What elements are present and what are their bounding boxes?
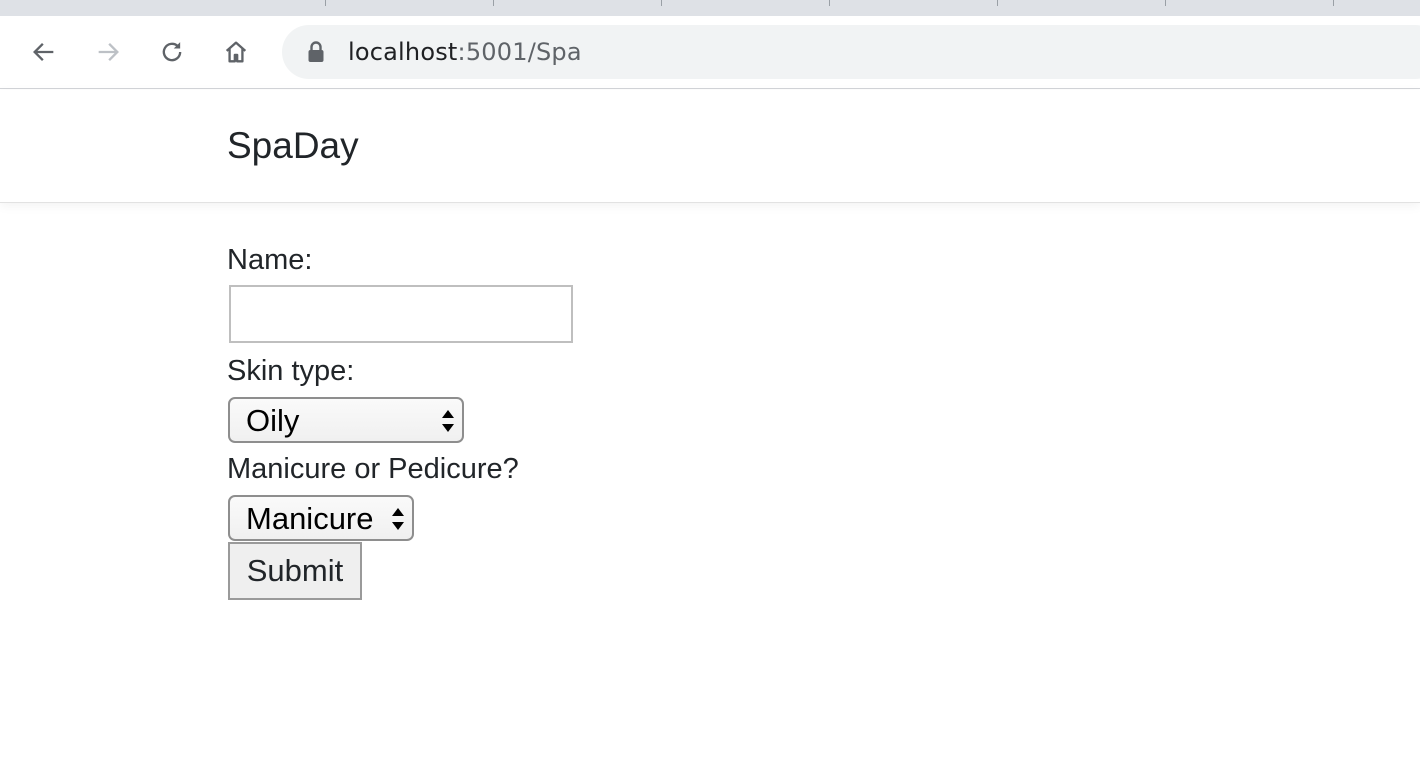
tab-separator: [1333, 0, 1334, 6]
service-select[interactable]: Manicure: [228, 495, 414, 541]
tab-separator: [1165, 0, 1166, 6]
url-text[interactable]: localhost:5001/Spa: [348, 38, 582, 66]
reload-button[interactable]: [156, 36, 188, 68]
address-bar[interactable]: localhost:5001/Spa: [282, 25, 1420, 79]
service-label: Manicure or Pedicure?: [227, 453, 519, 485]
skin-type-label: Skin type:: [227, 355, 355, 387]
app-navbar: SpaDay: [0, 90, 1420, 203]
forward-icon: [98, 43, 119, 61]
spa-form: Name: Skin type: Oily Manicure or Pedicu…: [227, 242, 573, 600]
forward-button[interactable]: [92, 36, 124, 68]
back-button[interactable]: [28, 36, 60, 68]
submit-button[interactable]: Submit: [228, 542, 362, 600]
select-arrows-icon: [442, 410, 454, 432]
url-host: localhost: [348, 38, 458, 66]
browser-toolbar: localhost:5001/Spa: [0, 16, 1420, 89]
back-icon: [33, 43, 54, 61]
tab-strip: [0, 0, 1420, 16]
name-label: Name:: [227, 244, 313, 276]
home-icon: [225, 41, 247, 63]
tab-separator: [325, 0, 326, 6]
tab-separator: [829, 0, 830, 6]
tab-separator: [493, 0, 494, 6]
tab-separator: [661, 0, 662, 6]
reload-icon: [162, 42, 182, 62]
home-button[interactable]: [220, 36, 252, 68]
tab-separator: [997, 0, 998, 6]
url-path: :5001/Spa: [457, 38, 582, 66]
select-arrows-icon: [392, 508, 404, 530]
skin-type-select[interactable]: Oily: [228, 397, 464, 443]
lock-icon[interactable]: [306, 40, 326, 64]
name-input[interactable]: [229, 285, 573, 343]
skin-type-selected: Oily: [246, 403, 300, 438]
navbar-brand[interactable]: SpaDay: [227, 125, 359, 167]
service-selected: Manicure: [246, 501, 374, 536]
